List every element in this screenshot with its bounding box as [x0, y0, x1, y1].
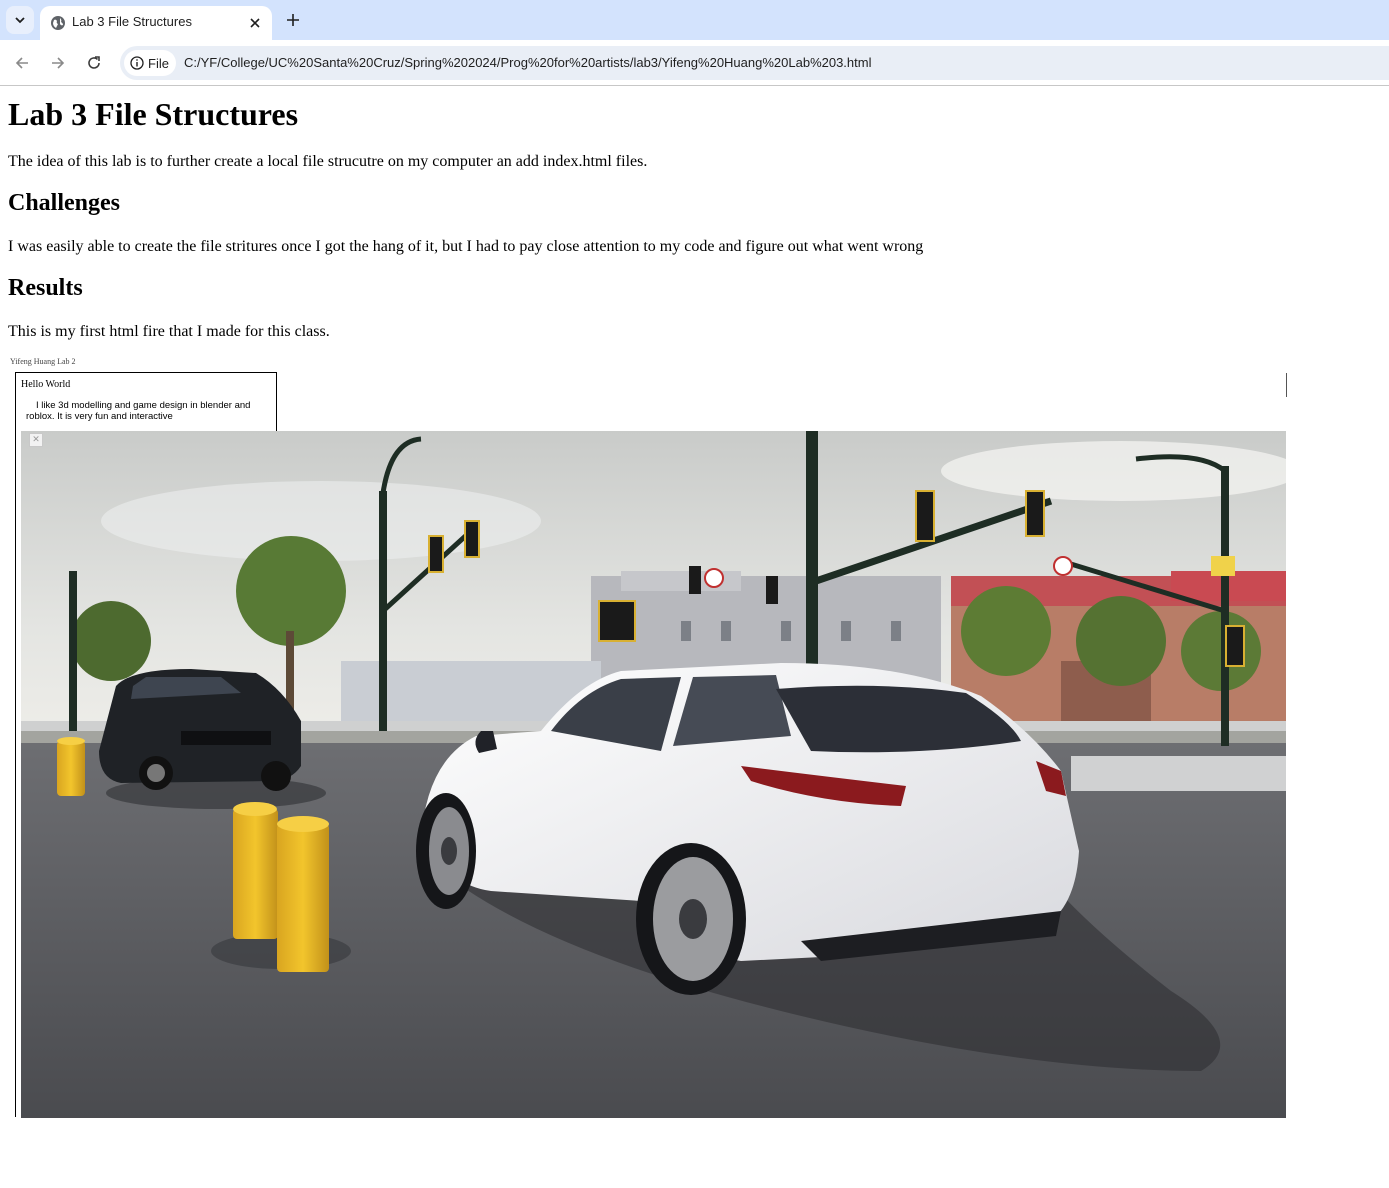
challenges-paragraph: I was easily able to create the file str… [8, 238, 924, 255]
back-button[interactable] [8, 49, 36, 77]
globe-icon [51, 16, 65, 30]
arrow-left-icon [15, 57, 28, 69]
embedded-page-frame[interactable]: Hello World I like 3d modelling and game… [15, 372, 277, 432]
tab-title: Lab 3 File Structures [72, 14, 192, 29]
url-text[interactable]: C:/YF/College/UC%20Santa%20Cruz/Spring%2… [184, 55, 871, 70]
new-tab-button[interactable] [280, 7, 306, 33]
tab-active[interactable]: Lab 3 File Structures [40, 6, 272, 40]
image-placeholder-icon: ✕ [29, 433, 43, 447]
tab-strip: Lab 3 File Structures [0, 0, 1389, 40]
info-icon [130, 56, 144, 70]
game-screenshot-image: ✕ [21, 431, 1286, 1118]
forward-button[interactable] [44, 49, 72, 77]
tab-close-button[interactable] [246, 14, 264, 32]
browser-toolbar: File C:/YF/College/UC%20Santa%20Cruz/Spr… [0, 40, 1389, 86]
site-chip-label: File [148, 55, 169, 71]
site-info-chip[interactable]: File [124, 50, 176, 76]
results-paragraph: This is my first html fire that I made f… [8, 323, 330, 340]
arrow-right-icon [52, 57, 65, 69]
address-bar[interactable]: File C:/YF/College/UC%20Santa%20Cruz/Spr… [120, 46, 1389, 80]
embed-paragraph: I like 3d modelling and game design in b… [26, 400, 251, 422]
chevron-down-icon [15, 17, 25, 24]
street-scene-illustration [21, 431, 1286, 1118]
embed-frame-border [15, 432, 16, 1117]
page-title: Lab 3 File Structures [8, 96, 299, 132]
embed-label: Yifeng Huang Lab 2 [10, 357, 76, 366]
embed-scroll-edge [1286, 373, 1287, 397]
close-icon [250, 18, 260, 28]
intro-paragraph: The idea of this lab is to further creat… [8, 153, 648, 170]
plus-icon [287, 14, 299, 26]
embed-heading: Hello World [21, 379, 71, 390]
reload-icon [88, 56, 100, 69]
results-heading: Results [8, 275, 83, 301]
challenges-heading: Challenges [8, 190, 121, 216]
tab-search-button[interactable] [6, 6, 34, 34]
reload-button[interactable] [80, 49, 108, 77]
page-content: Lab 3 File Structures The idea of this l… [0, 87, 1389, 1188]
